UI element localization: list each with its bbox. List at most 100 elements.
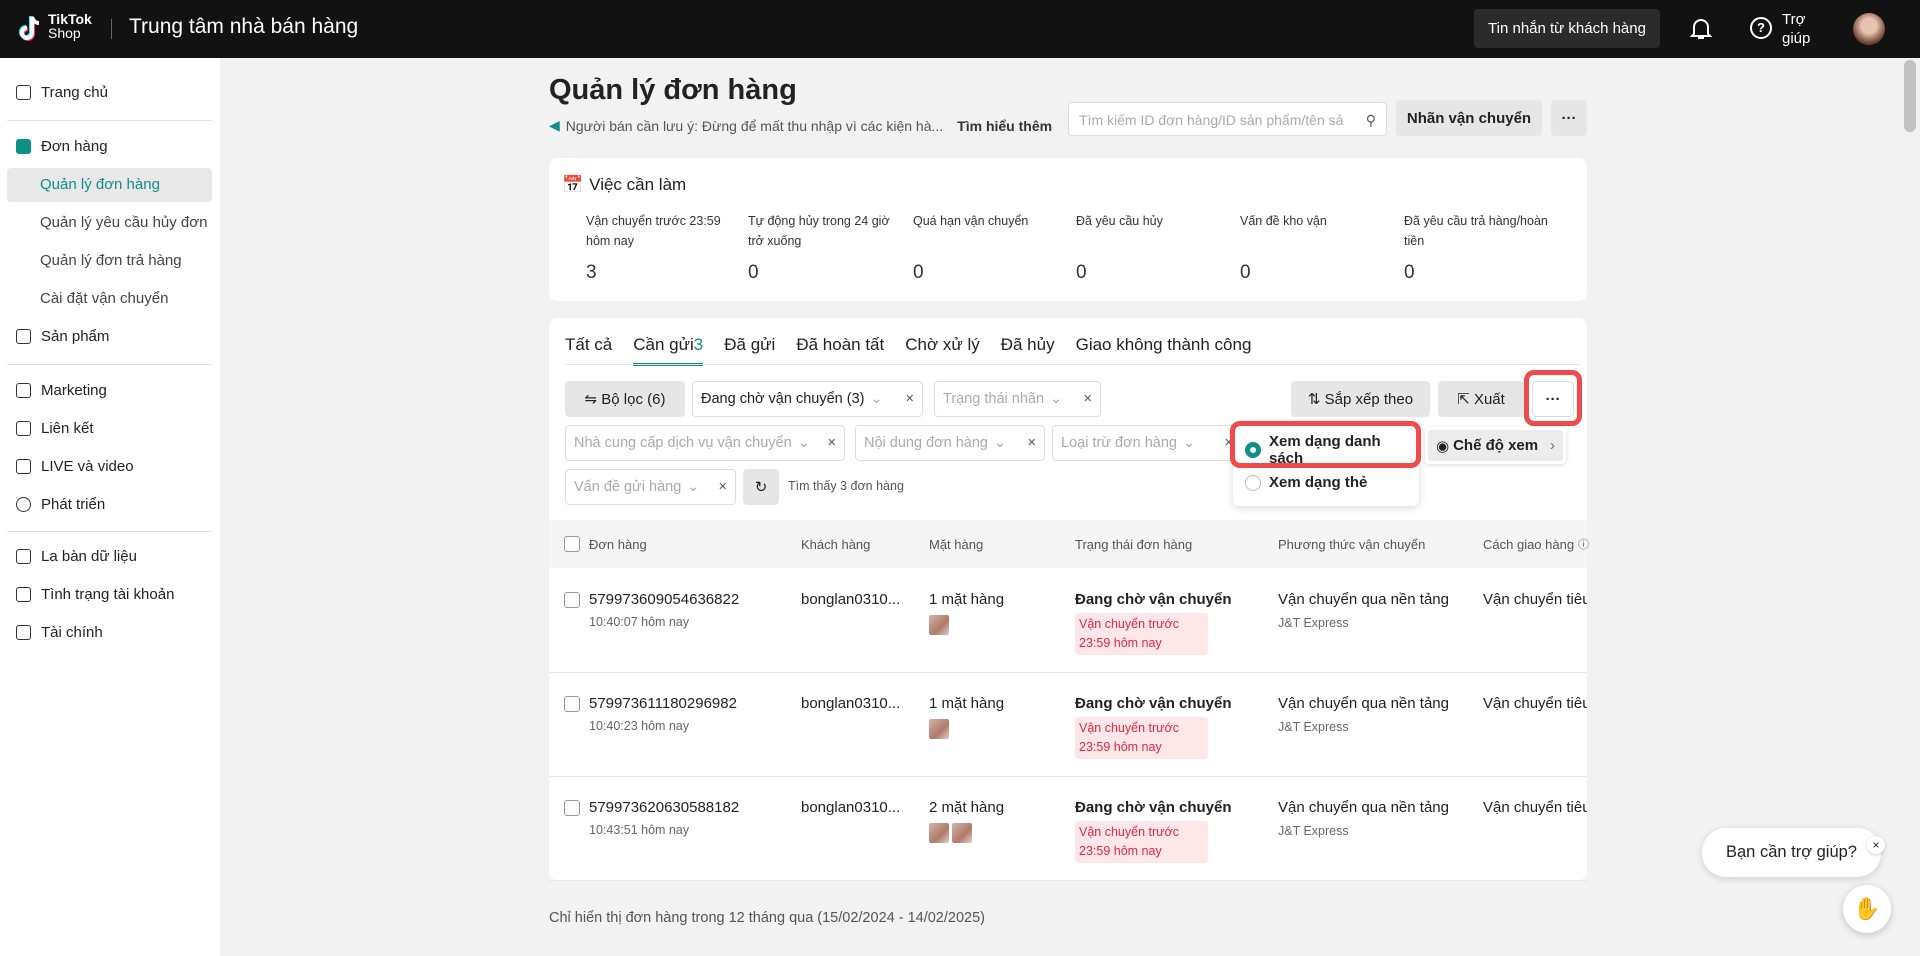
filter-icon: ⇋ (584, 391, 602, 408)
table-row[interactable]: 579973611180296982 10:40:23 hôm nay bong… (549, 673, 1587, 777)
delivery-option: Vận chuyển tiêu (1483, 799, 1587, 816)
order-time: 10:43:51 hôm nay (589, 823, 690, 837)
search-input[interactable]: Tìm kiếm ID đơn hàng/ID sản phẩm/tên sả ⚲ (1068, 102, 1387, 136)
sidebar-item-account-health[interactable]: Tình trạng tài khoản (16, 586, 174, 603)
export-button[interactable]: ⇱ Xuất (1438, 381, 1524, 417)
order-id[interactable]: 579973620630588182 (589, 799, 739, 816)
sidebar-item-home[interactable]: Trang chủ (16, 84, 108, 101)
order-status: Đang chờ vận chuyển (1075, 799, 1232, 816)
help-link[interactable]: Trợ giúp (1782, 10, 1822, 48)
tab-shipped[interactable]: Đã gửi (724, 335, 775, 366)
search-icon[interactable]: ⚲ (1366, 112, 1376, 128)
sidebar-item-products[interactable]: Sản phẩm (16, 328, 109, 345)
todo-count: 0 (1076, 262, 1087, 283)
chevron-down-icon: ⌄ (687, 479, 700, 495)
todo-item[interactable]: Đã yêu cầu hủy 0 (1076, 211, 1236, 283)
sidebar-item-cancel-requests[interactable]: Quản lý yêu cầu hủy đơn (40, 214, 207, 231)
sidebar-item-growth[interactable]: Phát triển (16, 496, 105, 513)
clear-icon[interactable]: × (1084, 391, 1092, 407)
tab-all[interactable]: Tất cả (565, 335, 612, 366)
tab-failed-delivery[interactable]: Giao không thành công (1076, 335, 1252, 366)
sidebar-item-affiliate[interactable]: Liên kết (16, 420, 94, 437)
hand-icon[interactable]: ✋ (1843, 885, 1891, 933)
shipping-label-button[interactable]: Nhãn vận chuyển (1396, 100, 1542, 136)
scrollbar[interactable] (1900, 58, 1920, 956)
exclude-orders-select[interactable]: Loại trừ đơn hàng ⌄ × (1052, 425, 1242, 461)
home-icon (16, 85, 31, 100)
sidebar-item-orders[interactable]: Đơn hàng (16, 138, 108, 155)
divider (7, 120, 212, 121)
product-thumbnail[interactable] (929, 719, 949, 739)
todo-item[interactable]: Vận chuyển trước 23:59 hôm nay 3 (586, 211, 746, 283)
notice-bar: ◀ Người bán cần lưu ý: Đừng để mất thu nh… (549, 117, 1053, 134)
filter-button[interactable]: ⇋ Bộ lọc (6) (565, 381, 685, 417)
sidebar-item-live-video[interactable]: LIVE và video (16, 458, 134, 475)
chart-icon (16, 549, 31, 564)
avatar[interactable] (1853, 13, 1885, 45)
sidebar-item-marketing[interactable]: Marketing (16, 382, 107, 399)
row-checkbox[interactable] (564, 696, 580, 712)
clear-icon[interactable]: × (906, 391, 914, 407)
clear-icon[interactable]: × (1028, 435, 1036, 451)
product-thumbnail[interactable] (929, 823, 949, 843)
shipping-method: Vận chuyển qua nền tảng (1278, 591, 1449, 608)
sidebar-item-returns[interactable]: Quản lý đơn trả hàng (40, 252, 182, 269)
reset-icon[interactable]: ↻ (743, 469, 779, 505)
thumbnails (929, 615, 952, 639)
select-all-checkbox[interactable] (564, 536, 580, 552)
sidebar-item-data-compass[interactable]: La bàn dữ liệu (16, 548, 137, 565)
table-row[interactable]: 579973620630588182 10:43:51 hôm nay bong… (549, 777, 1587, 881)
tab-pending[interactable]: Chờ xử lý (905, 335, 979, 366)
carrier-select[interactable]: Nhà cung cấp dịch vụ vận chuyển ⌄ × (565, 425, 845, 461)
calendar-icon: 📅 (562, 175, 584, 194)
radio[interactable] (1245, 474, 1261, 491)
product-thumbnail[interactable] (929, 615, 949, 635)
deadline-badge: Vận chuyển trước 23:59 hôm nay (1075, 613, 1208, 655)
delivery-option: Vận chuyển tiêu (1483, 591, 1587, 608)
sidebar-item-order-management[interactable]: Quản lý đơn hàng (40, 176, 160, 193)
info-icon[interactable]: ⓘ (1578, 536, 1589, 552)
menu-item-card-view[interactable]: Xem dạng thẻ (1245, 474, 1367, 491)
clear-icon[interactable]: × (828, 435, 836, 451)
row-checkbox[interactable] (564, 800, 580, 816)
customer-name: bonglan0310... (801, 591, 901, 608)
order-status: Đang chờ vận chuyển (1075, 591, 1232, 608)
todo-count: 3 (586, 262, 597, 283)
order-content-select[interactable]: Nội dung đơn hàng ⌄ × (855, 425, 1045, 461)
help-icon[interactable]: ? (1750, 17, 1772, 39)
view-mode-submenu[interactable]: ◉ Chế độ xem › (1425, 427, 1566, 464)
todo-item[interactable]: Vấn đề kho vận 0 (1240, 211, 1400, 283)
sort-button[interactable]: ⇅ Sắp xếp theo (1291, 381, 1430, 417)
close-icon[interactable]: × (1867, 836, 1885, 854)
tab-cancelled[interactable]: Đã hủy (1001, 335, 1055, 366)
chevron-right-icon: › (1550, 437, 1555, 454)
deadline-badge: Vận chuyển trước 23:59 hôm nay (1075, 717, 1208, 759)
help-bubble[interactable]: Bạn cần trợ giúp? (1702, 828, 1881, 877)
todo-item[interactable]: Quá hạn vận chuyển 0 (913, 211, 1073, 283)
clear-icon[interactable]: × (719, 479, 727, 495)
order-id[interactable]: 579973611180296982 (589, 695, 737, 712)
scrollbar-thumb[interactable] (1904, 60, 1916, 132)
order-id[interactable]: 579973609054636822 (589, 591, 739, 608)
tab-completed[interactable]: Đã hoàn tất (796, 335, 884, 366)
item-count: 1 mặt hàng (929, 695, 1005, 712)
status-select[interactable]: Đang chờ vận chuyển (3) ⌄ × (692, 381, 923, 417)
label-status-select[interactable]: Trạng thái nhãn ⌄ × (934, 381, 1101, 417)
product-thumbnail[interactable] (952, 823, 972, 843)
shipping-issue-select[interactable]: Vấn đề gửi hàng ⌄ × (565, 469, 736, 505)
todo-count: 0 (748, 262, 759, 283)
sidebar-item-shipping-settings[interactable]: Cài đặt vận chuyển (40, 290, 168, 307)
sidebar-item-finance[interactable]: Tài chính (16, 624, 103, 641)
bell-icon[interactable] (1690, 17, 1712, 41)
tab-to-ship[interactable]: Cần gửi3 (633, 335, 704, 366)
chevron-down-icon: ⌄ (1050, 391, 1063, 407)
eye-icon: ◉ (1436, 437, 1450, 455)
delivery-option: Vận chuyển tiêu (1483, 695, 1587, 712)
customer-messages-button[interactable]: Tin nhắn từ khách hàng (1474, 9, 1660, 48)
learn-more-link[interactable]: Tìm hiểu thêm (957, 118, 1052, 134)
todo-item[interactable]: Đã yêu cầu trả hàng/hoàn tiền 0 (1404, 211, 1564, 283)
row-checkbox[interactable] (564, 592, 580, 608)
more-button[interactable]: ··· (1551, 100, 1587, 136)
table-row[interactable]: 579973609054636822 10:40:07 hôm nay bong… (549, 569, 1587, 673)
todo-item[interactable]: Tự động hủy trong 24 giờ trở xuống 0 (748, 211, 908, 283)
